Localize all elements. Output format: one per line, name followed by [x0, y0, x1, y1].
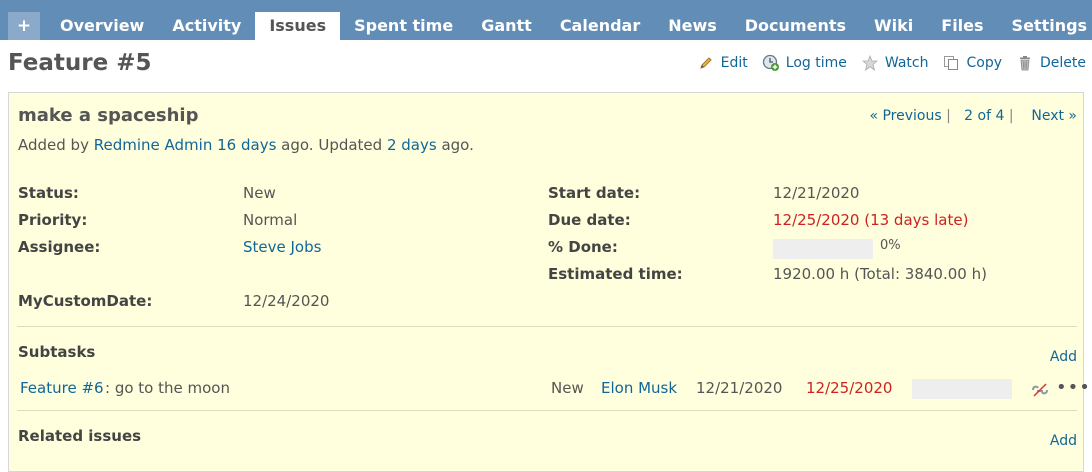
assignee-label: Assignee:: [18, 238, 101, 256]
issue-actions: Edit Log time Watch Copy Delete: [683, 54, 1086, 72]
estimated-time-value: 1920.00 h (Total: 3840.00 h): [773, 265, 987, 283]
star-icon: [861, 54, 879, 72]
tab-gantt[interactable]: Gantt: [467, 12, 546, 40]
subtask-row: Feature #6 : go to the moon New Elon Mus…: [20, 377, 1090, 403]
subtasks-heading: Subtasks: [18, 343, 96, 361]
issue-details: make a spaceship « Previous | 2 of 4 | N…: [8, 92, 1090, 472]
issue-subject: make a spaceship: [18, 105, 199, 126]
new-object-tab[interactable]: +: [8, 12, 40, 40]
updated-ago-link[interactable]: 2 days: [387, 136, 437, 154]
start-date-value: 12/21/2020: [773, 184, 860, 202]
trash-icon: [1016, 54, 1034, 72]
log-time-label: Log time: [785, 55, 847, 71]
delete-button[interactable]: Delete: [1016, 54, 1086, 72]
tab-overview[interactable]: Overview: [46, 12, 158, 40]
tab-documents[interactable]: Documents: [731, 12, 860, 40]
copy-label: Copy: [966, 55, 1002, 71]
subtask-subject: : go to the moon: [105, 379, 230, 397]
tab-activity[interactable]: Activity: [158, 12, 255, 40]
tab-settings[interactable]: Settings: [998, 12, 1092, 40]
separator: |: [1008, 108, 1014, 124]
status-value: New: [243, 184, 276, 202]
created-ago-link[interactable]: 16 days: [217, 136, 276, 154]
priority-value: Normal: [243, 211, 298, 229]
delete-label: Delete: [1040, 55, 1086, 71]
priority-label: Priority:: [18, 211, 88, 229]
subtask-due-date: 12/25/2020: [806, 379, 893, 397]
divider: [17, 326, 1077, 327]
copy-button[interactable]: Copy: [942, 54, 1002, 72]
ago-text: ago.: [441, 136, 474, 154]
custom-date-label: MyCustomDate:: [18, 292, 153, 310]
added-by-text: Added by: [18, 136, 89, 154]
unlink-icon[interactable]: [1030, 381, 1050, 403]
more-actions-icon[interactable]: •••: [1056, 377, 1091, 398]
related-issues-heading: Related issues: [18, 427, 142, 445]
log-time-button[interactable]: Log time: [762, 54, 847, 72]
tab-issues[interactable]: Issues: [255, 12, 341, 40]
divider: [17, 410, 1077, 411]
copy-icon: [942, 54, 960, 72]
clock-add-icon: [762, 54, 780, 72]
done-label: % Done:: [548, 238, 618, 256]
subtask-progress-bar: [912, 379, 1012, 399]
next-link[interactable]: Next »: [1031, 108, 1077, 124]
tab-calendar[interactable]: Calendar: [546, 12, 654, 40]
author-link[interactable]: Redmine Admin: [94, 136, 213, 154]
previous-link[interactable]: « Previous: [869, 108, 941, 124]
watch-button[interactable]: Watch: [861, 54, 929, 72]
pencil-icon: [697, 54, 715, 72]
due-date-value: 12/25/2020 (13 days late): [773, 211, 969, 229]
tab-files[interactable]: Files: [927, 12, 997, 40]
updated-text: ago. Updated: [281, 136, 383, 154]
issue-pagination: « Previous | 2 of 4 | Next »: [869, 108, 1077, 124]
author-line: Added by Redmine Admin 16 days ago. Upda…: [18, 136, 474, 154]
issue-title: Feature #5: [8, 50, 152, 76]
assignee-link[interactable]: Steve Jobs: [243, 238, 321, 256]
estimated-time-label: Estimated time:: [548, 265, 683, 283]
start-date-label: Start date:: [548, 184, 641, 202]
status-label: Status:: [18, 184, 79, 202]
tab-spent-time[interactable]: Spent time: [340, 12, 467, 40]
subtask-assignee-link[interactable]: Elon Musk: [601, 379, 677, 397]
edit-label: Edit: [720, 55, 748, 71]
subtask-id-link[interactable]: Feature #6: [20, 379, 104, 397]
main-menu: + Overview Activity Issues Spent time Ga…: [0, 0, 1092, 40]
tab-news[interactable]: News: [654, 12, 731, 40]
done-progress-bar: [773, 239, 873, 259]
add-related-link[interactable]: Add: [1050, 433, 1077, 449]
tab-wiki[interactable]: Wiki: [860, 12, 927, 40]
subtask-status: New: [551, 379, 584, 397]
subtask-start-date: 12/21/2020: [696, 379, 783, 397]
edit-button[interactable]: Edit: [697, 54, 748, 72]
watch-label: Watch: [884, 55, 929, 71]
add-subtask-link[interactable]: Add: [1050, 349, 1077, 365]
done-percent: 0%: [880, 238, 901, 253]
due-date-label: Due date:: [548, 211, 631, 229]
position-link[interactable]: 2 of 4: [964, 108, 1004, 124]
tab-list: + Overview Activity Issues Spent time Ga…: [8, 12, 1092, 40]
separator: |: [946, 108, 951, 124]
custom-date-value: 12/24/2020: [243, 292, 330, 310]
